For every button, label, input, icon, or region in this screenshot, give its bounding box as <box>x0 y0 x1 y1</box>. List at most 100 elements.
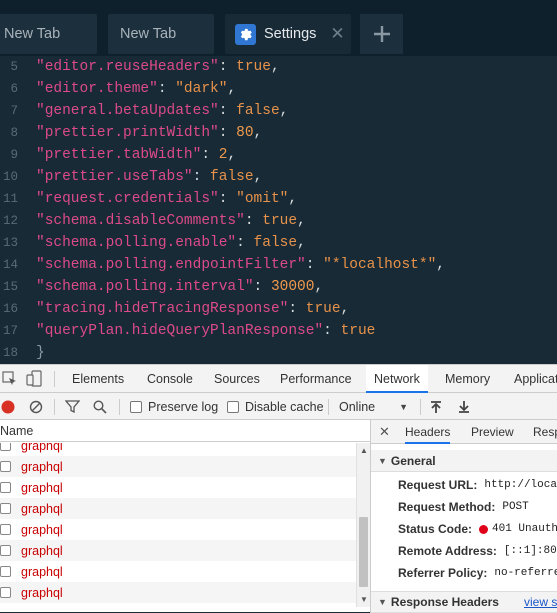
editor-line[interactable]: 13 "schema.polling.enable": false, <box>0 232 557 254</box>
line-number: 16 <box>2 302 18 316</box>
comma: , <box>297 213 306 229</box>
code-text: "general.betaUpdates": false, <box>36 103 288 119</box>
tab-settings[interactable]: Settings ✕ <box>225 14 351 54</box>
preserve-log-checkbox[interactable]: Preserve log <box>130 393 218 420</box>
editor-line[interactable]: 14 "schema.polling.endpointFilter": "*loc… <box>0 254 557 276</box>
editor-line[interactable]: 6 "editor.theme": "dark", <box>0 78 557 100</box>
tab-new-tab-2[interactable]: New Tab <box>108 14 214 54</box>
chevron-down-icon: ▼ <box>399 401 409 412</box>
scrollbar-thumb[interactable] <box>359 517 368 587</box>
setting-key: "schema.polling.enable" <box>36 235 237 251</box>
code-text: "queryPlan.hideQueryPlanResponse": true <box>36 323 375 339</box>
editor-line[interactable]: 7 "general.betaUpdates": false, <box>0 100 557 122</box>
request-row[interactable]: graphql <box>0 498 356 519</box>
export-har-icon[interactable] <box>458 393 470 420</box>
editor-line[interactable]: 10 "prettier.useTabs": false, <box>0 166 557 188</box>
code-text: "prettier.tabWidth": 2, <box>36 147 236 163</box>
editor-line[interactable]: 18} <box>0 342 557 364</box>
editor-line[interactable]: 9 "prettier.tabWidth": 2, <box>0 144 557 166</box>
response-headers-section-toggle[interactable]: ▼ Response Headers view s <box>371 591 557 613</box>
add-tab-button[interactable] <box>360 14 403 54</box>
code-text: "request.credentials": "omit", <box>36 191 297 207</box>
colon: : <box>218 59 237 75</box>
search-icon[interactable] <box>93 393 107 420</box>
request-file-icon <box>0 545 11 556</box>
close-icon[interactable]: ✕ <box>330 24 344 44</box>
setting-key: "request.credentials" <box>36 191 219 207</box>
editor-line[interactable]: 15 "schema.polling.interval": 30000, <box>0 276 557 298</box>
request-row[interactable]: graphql <box>0 582 356 603</box>
scroll-down-arrow-icon[interactable]: ▼ <box>360 595 368 604</box>
tab-response[interactable]: Resp <box>533 420 557 444</box>
code-text: "editor.reuseHeaders": true, <box>36 59 280 75</box>
general-section-title: General <box>390 453 436 468</box>
general-field: Referrer Policy: no-referre <box>398 562 557 584</box>
request-row[interactable]: graphql <box>0 477 356 498</box>
disable-cache-label: Disable cache <box>245 399 324 414</box>
throttle-select[interactable]: Online ▼ <box>339 393 408 420</box>
tab-headers[interactable]: Headers <box>405 420 451 444</box>
line-number: 15 <box>2 280 18 294</box>
editor-line[interactable]: 17 "queryPlan.hideQueryPlanResponse": tru… <box>0 320 557 342</box>
request-row[interactable]: graphql <box>0 443 356 456</box>
setting-key: "tracing.hideTracingResponse" <box>36 301 289 317</box>
editor-line[interactable]: 11 "request.credentials": "omit", <box>0 188 557 210</box>
general-field: Request Method: POST <box>398 496 529 518</box>
editor-line[interactable]: 5 "editor.reuseHeaders": true, <box>0 56 557 78</box>
editor-line[interactable]: 8 "prettier.printWidth": 80, <box>0 122 557 144</box>
view-source-link[interactable]: view s <box>524 595 557 609</box>
request-row[interactable]: graphql <box>0 456 356 477</box>
scroll-up-arrow-icon[interactable]: ▲ <box>360 446 368 455</box>
settings-editor[interactable]: 5 "editor.reuseHeaders": true, 6 "editor.th… <box>0 56 557 364</box>
tab-new-tab-1[interactable]: New Tab <box>0 14 97 54</box>
colon: : <box>288 301 306 317</box>
editor-line[interactable]: 16 "tracing.hideTracingResponse": true, <box>0 298 557 320</box>
comma: , <box>297 235 306 251</box>
line-number: 17 <box>2 324 18 338</box>
setting-key: "editor.theme" <box>36 81 158 97</box>
close-icon[interactable]: ✕ <box>379 420 390 444</box>
filter-icon[interactable] <box>65 393 80 420</box>
general-section-toggle[interactable]: ▼ General <box>371 450 557 472</box>
tab-sources[interactable]: Sources <box>214 365 260 393</box>
editor-line[interactable]: 12 "schema.disableComments": true, <box>0 210 557 232</box>
request-list-scrollbar[interactable]: ▲ ▼ <box>356 443 370 607</box>
field-value: [::1]:803 <box>503 545 557 557</box>
field-value: POST <box>502 501 529 513</box>
disable-cache-checkbox[interactable]: Disable cache <box>227 393 324 420</box>
inspect-icon[interactable] <box>2 371 17 389</box>
code-text: "schema.disableComments": true, <box>36 213 306 229</box>
tab-preview[interactable]: Preview <box>471 420 514 444</box>
field-value: no-referre <box>494 567 557 579</box>
device-toolbar-icon[interactable] <box>26 370 42 390</box>
colon: : <box>218 125 237 141</box>
tab-network[interactable]: Network <box>366 365 428 393</box>
line-number: 13 <box>2 236 18 250</box>
tab-elements[interactable]: Elements <box>72 365 124 393</box>
general-field: Status Code: 401 Unauthe <box>398 518 557 540</box>
clear-icon[interactable] <box>29 393 43 420</box>
request-name: graphql <box>21 501 63 516</box>
request-file-icon <box>0 461 11 472</box>
tab-application[interactable]: Applicat <box>514 365 557 393</box>
request-row[interactable]: graphql <box>0 540 356 561</box>
tab-memory[interactable]: Memory <box>445 365 490 393</box>
line-number: 12 <box>2 214 18 228</box>
colon: : <box>157 81 176 97</box>
code-text: "tracing.hideTracingResponse": true, <box>36 301 349 317</box>
request-file-icon <box>0 587 11 598</box>
request-row[interactable]: graphql <box>0 561 356 582</box>
tab-console[interactable]: Console <box>147 365 193 393</box>
setting-key: "schema.polling.endpointFilter" <box>36 257 306 273</box>
comma: , <box>227 81 237 97</box>
import-har-icon[interactable] <box>430 393 442 420</box>
record-button[interactable] <box>1 393 15 420</box>
name-column-header[interactable]: Name <box>0 420 370 442</box>
comma: , <box>253 169 263 185</box>
tab-performance[interactable]: Performance <box>280 365 352 393</box>
request-row[interactable]: graphql <box>0 519 356 540</box>
tab-label: New Tab <box>120 26 177 42</box>
request-file-icon <box>0 443 11 451</box>
comma: , <box>314 279 324 295</box>
code-text: "schema.polling.interval": 30000, <box>36 279 323 295</box>
